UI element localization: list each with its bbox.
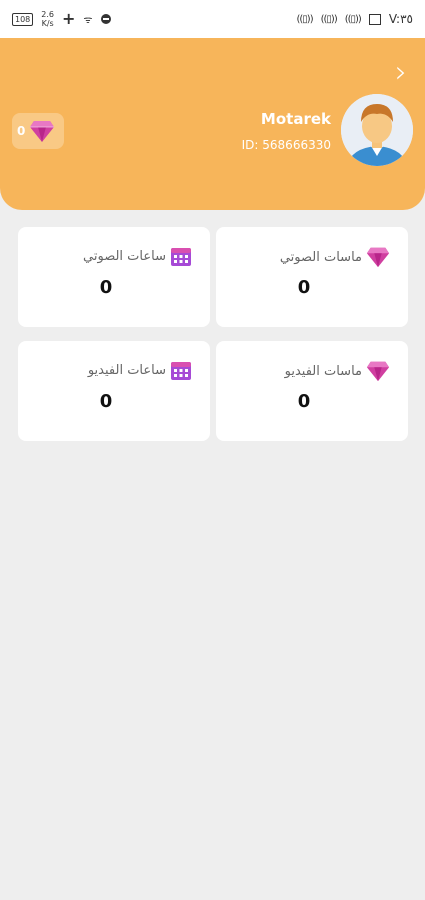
user-name: Motarek [260, 110, 331, 128]
chevron-right-icon[interactable]: › [395, 58, 407, 88]
speed-value: 2.6 [41, 10, 55, 19]
status-left: 108 2.6 K/s + ᯤ [12, 10, 111, 28]
user-avatar-icon [341, 94, 413, 166]
card-title: ساعات الفيديو [88, 359, 192, 381]
card-label: ماسات الصوتي [279, 249, 362, 265]
calendar-icon [171, 362, 191, 380]
profile-header: › Motarek ID: 568666330 0 [0, 38, 425, 210]
diamond-icon [30, 121, 55, 142]
card-value: 0 [99, 391, 113, 412]
card-value: 0 [297, 277, 311, 298]
battery-icon: 108 [12, 12, 34, 26]
vibrate-icon: ((▯)) [344, 13, 362, 25]
diamond-balance-badge[interactable]: 0 [12, 113, 64, 149]
card-title: ساعات الصوتي [83, 245, 192, 267]
plus-icon: + [62, 9, 76, 28]
card-label: ماسات الفيديو [284, 363, 362, 379]
calendar-icon [171, 248, 191, 266]
card-video-hours[interactable]: ساعات الفيديو 0 [18, 341, 210, 441]
card-title: ماسات الفيديو [285, 359, 390, 383]
card-audio-hours[interactable]: ساعات الصوتي 0 [18, 227, 210, 327]
vibrate-icon: ((▯)) [320, 13, 338, 25]
network-speed: 2.6 K/s [41, 10, 54, 28]
user-id: ID: 568666330 [241, 138, 331, 152]
card-value: 0 [99, 277, 113, 298]
status-bar: 108 2.6 K/s + ᯤ ((▯)) ((▯)) ((▯)) V:٣٥ [0, 0, 425, 38]
image-icon [368, 13, 381, 25]
card-label: ساعات الصوتي [83, 248, 166, 264]
clock: V:٣٥ [388, 12, 413, 26]
card-video-diamonds[interactable]: ماسات الفيديو 0 [216, 341, 408, 441]
card-value: 0 [297, 391, 311, 412]
wifi-icon: ᯤ [83, 15, 93, 26]
diamond-count: 0 [17, 124, 26, 138]
card-title: ماسات الصوتي [280, 245, 390, 269]
card-label: ساعات الفيديو [87, 362, 166, 378]
dnd-icon [100, 14, 111, 24]
diamond-icon [366, 247, 390, 268]
status-right: ((▯)) ((▯)) ((▯)) V:٣٥ [297, 12, 414, 26]
avatar[interactable] [341, 94, 413, 166]
speed-unit: K/s [41, 19, 54, 28]
diamond-icon [366, 361, 390, 382]
card-audio-diamonds[interactable]: ماسات الصوتي 0 [216, 227, 408, 327]
vibrate-icon: ((▯)) [296, 13, 314, 25]
